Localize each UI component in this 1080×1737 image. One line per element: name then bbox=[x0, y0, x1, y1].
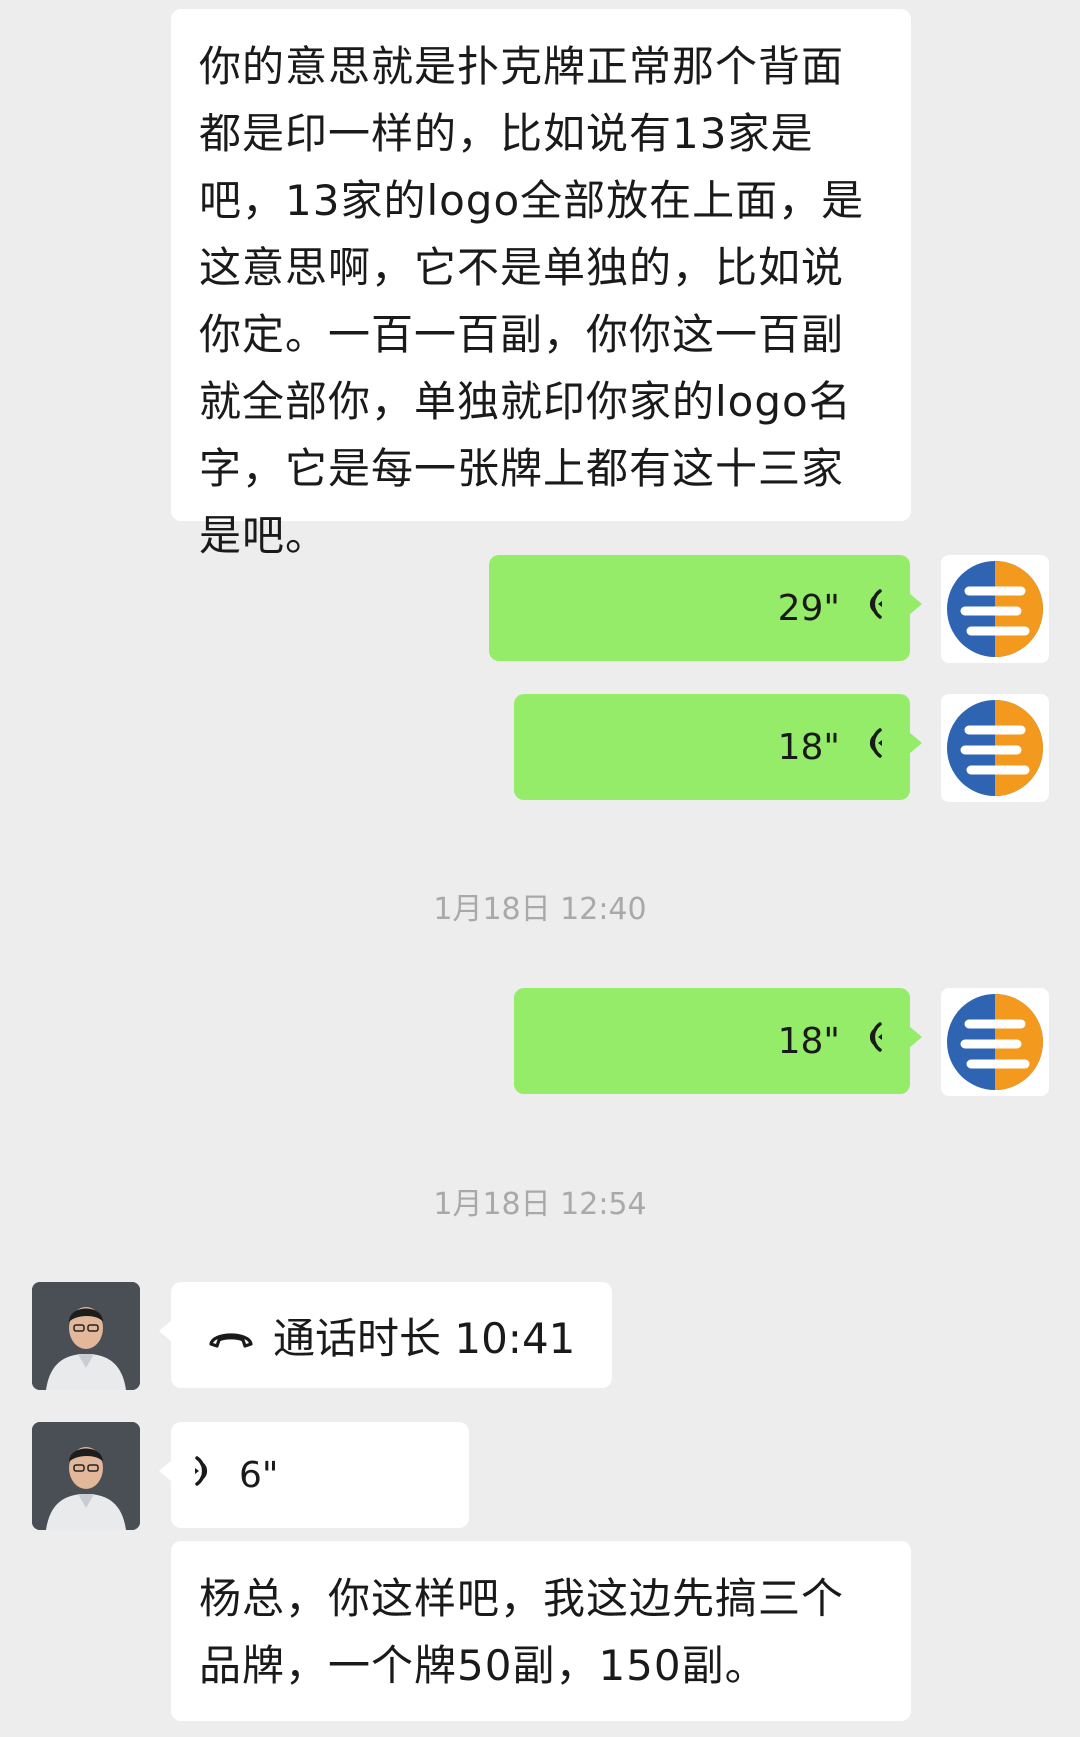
chat-timestamp: 1月18日 12:54 bbox=[433, 1187, 647, 1222]
contact-avatar[interactable] bbox=[32, 1282, 140, 1390]
voice-message-outgoing[interactable]: 29" bbox=[489, 555, 922, 661]
voice-message-incoming[interactable]: 6" bbox=[159, 1422, 469, 1528]
voice-duration: 18" bbox=[777, 726, 840, 768]
user-avatar[interactable] bbox=[941, 555, 1049, 663]
voice-wave-icon bbox=[854, 1020, 884, 1063]
chat-timestamp: 1月18日 12:40 bbox=[433, 892, 647, 927]
brand-logo-icon bbox=[947, 700, 1043, 796]
voice-duration: 18" bbox=[777, 1020, 840, 1062]
brand-logo-icon bbox=[947, 994, 1043, 1090]
call-record-bubble[interactable]: 通话时长 10:41 bbox=[159, 1282, 612, 1388]
voice-message-outgoing[interactable]: 18" bbox=[514, 694, 922, 800]
message-text: 你的意思就是扑克牌正常那个背面都是印一样的，比如说有13家是吧，13家的logo… bbox=[199, 42, 865, 560]
voice-wave-icon bbox=[854, 726, 884, 769]
phone-hangup-icon bbox=[207, 1311, 255, 1360]
user-avatar[interactable] bbox=[941, 694, 1049, 802]
message-bubble-incoming[interactable]: 杨总，你这样吧，我这边先搞三个品牌，一个牌50副，150副。 bbox=[171, 1541, 911, 1721]
contact-avatar[interactable] bbox=[32, 1422, 140, 1530]
voice-duration: 6" bbox=[239, 1454, 279, 1496]
voice-wave-icon bbox=[854, 587, 884, 630]
brand-logo-icon bbox=[947, 561, 1043, 657]
person-avatar bbox=[32, 1282, 140, 1390]
message-text: 杨总，你这样吧，我这边先搞三个品牌，一个牌50副，150副。 bbox=[199, 1574, 845, 1690]
user-avatar[interactable] bbox=[941, 988, 1049, 1096]
voice-duration: 29" bbox=[777, 587, 840, 629]
voice-message-outgoing[interactable]: 18" bbox=[514, 988, 922, 1094]
person-avatar bbox=[32, 1422, 140, 1530]
call-duration-label: 通话时长 10:41 bbox=[273, 1313, 576, 1363]
voice-wave-icon bbox=[193, 1454, 223, 1497]
message-bubble-incoming[interactable]: 你的意思就是扑克牌正常那个背面都是印一样的，比如说有13家是吧，13家的logo… bbox=[171, 9, 911, 560]
